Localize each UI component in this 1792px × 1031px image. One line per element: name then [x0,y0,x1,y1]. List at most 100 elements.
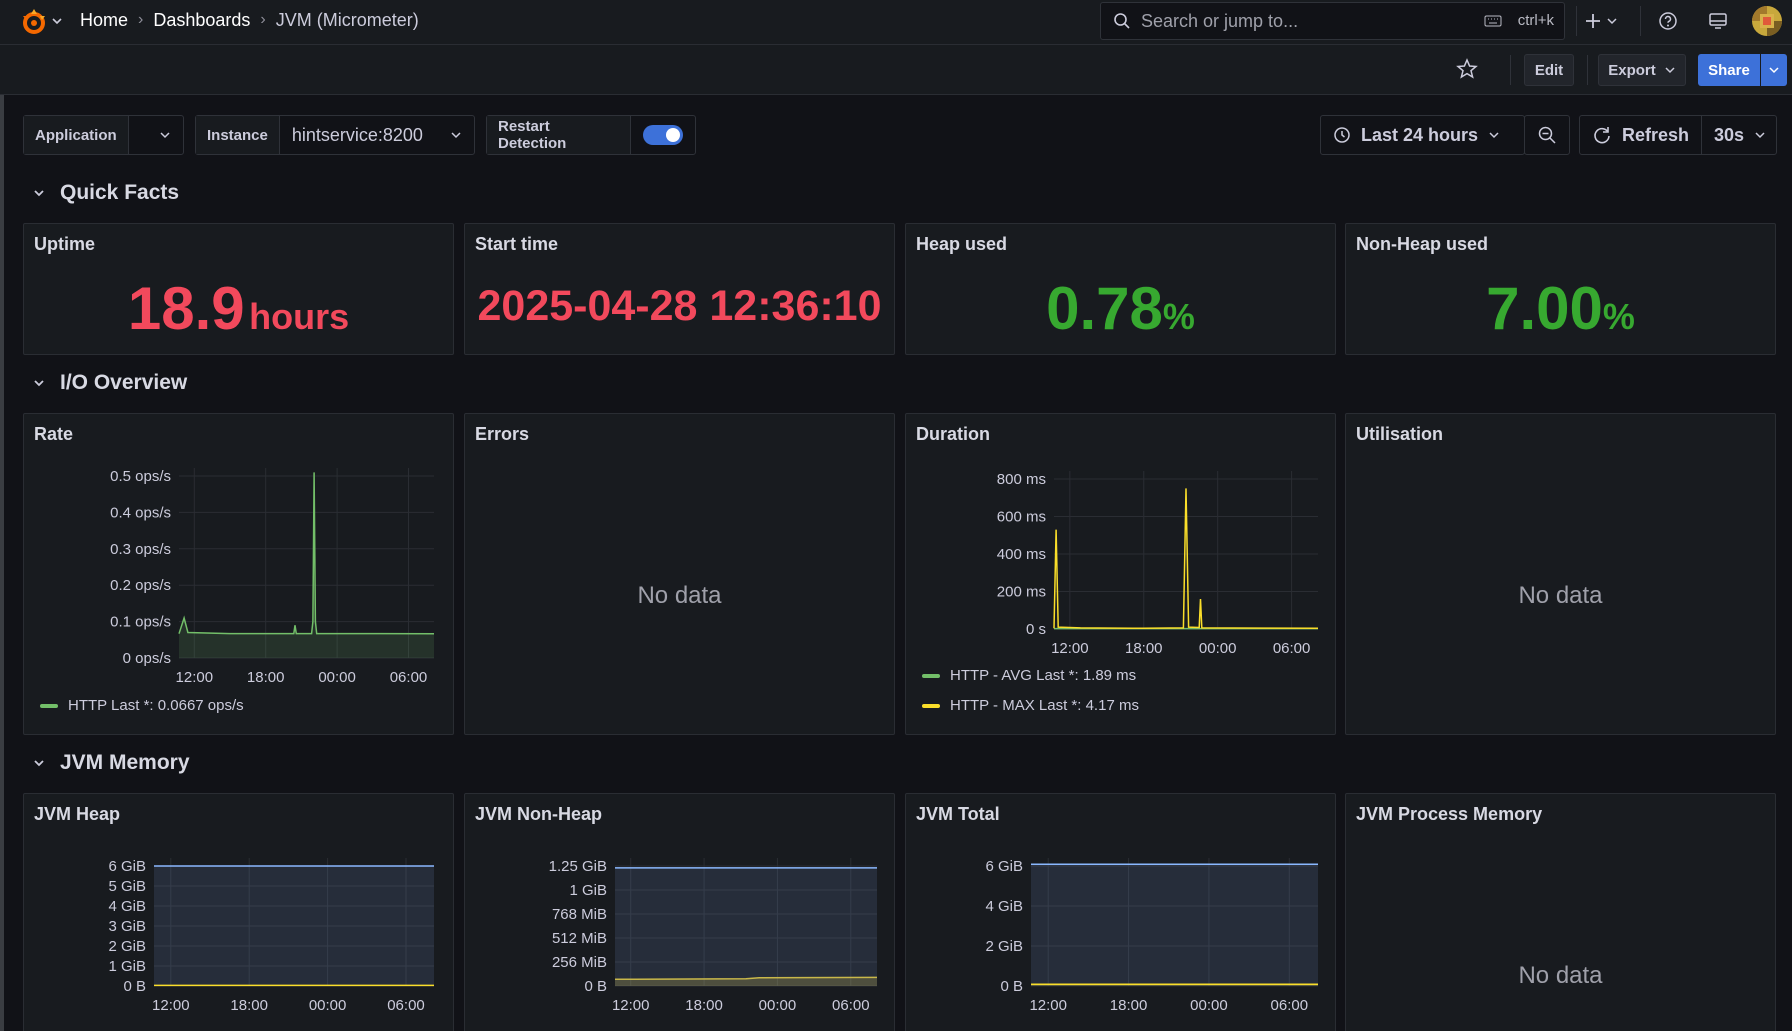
add-new-button[interactable] [1582,9,1622,33]
x-tick-label: 00:00 [759,997,797,1014]
stat-number: 0.78 [1046,275,1163,342]
legend-item-http-avg[interactable]: HTTP - AVG Last *: 1.89 ms [922,667,1136,684]
variable-application[interactable]: Application [23,115,184,155]
jvm-total-chart[interactable]: 6 GiB 4 GiB 2 GiB 0 B 12:00 18:00 00:00 06:00 [906,794,1336,1031]
share-button[interactable]: Share [1698,54,1760,86]
row-jvm-memory[interactable]: JVM Memory [32,748,190,778]
news-button[interactable] [1706,9,1730,33]
stat-unit: % [1162,296,1195,337]
search-icon [1114,13,1130,29]
chevron-down-icon [160,132,170,139]
jvm-heap-chart[interactable]: 6 GiB 5 GiB 4 GiB 3 GiB 2 GiB 1 GiB 0 B 12:00 18… [24,794,454,1031]
x-tick-label: 00:00 [1199,640,1237,657]
user-avatar[interactable] [1752,6,1782,36]
star-icon[interactable] [1456,58,1478,80]
legend-item-http[interactable]: HTTP Last *: 0.0667 ops/s [40,697,244,714]
share-menu-button[interactable] [1761,54,1787,86]
y-tick-label: 512 MiB [552,930,607,947]
y-tick-label: 0.5 ops/s [110,468,171,485]
variable-label: Application [24,116,129,154]
series-line [178,472,435,635]
variable-select-application[interactable] [129,116,183,154]
y-tick-label: 0 B [1000,978,1023,995]
x-tick-label: 00:00 [1190,997,1228,1014]
panel-utilisation[interactable]: Utilisation No data [1345,413,1776,735]
duration-chart[interactable]: 800 ms 600 ms 400 ms 200 ms 0 s 12:00 18:00 00:… [906,414,1336,674]
y-tick-label: 400 ms [997,546,1046,563]
panel-start-time[interactable]: Start time 2025-04-28 12:36:10 [464,223,895,355]
divider [1587,55,1588,85]
y-tick-label: 4 GiB [985,898,1023,915]
x-tick-label: 06:00 [1273,640,1311,657]
breadcrumb: Home › Dashboards › JVM (Micrometer) [80,0,419,40]
chevron-down-icon [451,132,461,139]
x-tick-label: 12:00 [1051,640,1089,657]
y-tick-label: 4 GiB [108,898,146,915]
window-edge [0,45,4,1031]
panel-duration[interactable]: Duration 800 ms 600 ms 400 ms 200 ms 0 s 12:0… [905,413,1336,735]
panel-errors[interactable]: Errors No data [464,413,895,735]
panel-jvm-process-memory[interactable]: JVM Process Memory No data [1345,793,1776,1031]
refresh-button[interactable]: Refresh [1580,116,1701,154]
breadcrumb-home[interactable]: Home [80,10,128,31]
chevron-down-icon[interactable] [50,14,64,28]
x-tick-label: 06:00 [832,997,870,1014]
x-tick-label: 00:00 [318,669,356,686]
row-io-overview[interactable]: I/O Overview [32,368,187,398]
refresh-label: Refresh [1622,124,1690,145]
breadcrumb-current: JVM (Micrometer) [275,9,419,30]
grafana-logo-icon[interactable] [18,6,50,38]
panel-heap-used[interactable]: Heap used 0.78% [905,223,1336,355]
restart-detection-toggle-wrap [631,116,695,154]
legend-item-http-max[interactable]: HTTP - MAX Last *: 4.17 ms [922,697,1139,714]
time-range-picker[interactable]: Last 24 hours [1320,115,1525,155]
time-range-button[interactable]: Last 24 hours [1321,116,1524,154]
stat-value: 18.9 hours [24,274,453,343]
chevron-down-icon [1769,67,1779,74]
row-quick-facts[interactable]: Quick Facts [32,178,179,208]
search-input[interactable]: Search or jump to... ctrl+k [1100,2,1565,40]
export-button[interactable]: Export [1598,54,1686,86]
breadcrumb-dashboards[interactable]: Dashboards [153,10,250,31]
panel-uptime[interactable]: Uptime 18.9 hours [23,223,454,355]
help-icon [1659,12,1677,30]
rate-chart[interactable]: 0.5 ops/s 0.4 ops/s 0.3 ops/s 0.2 ops/s 0.1 … [24,414,454,704]
panel-title: Start time [475,234,559,254]
x-tick-label: 18:00 [247,669,285,686]
refresh-picker[interactable]: Refresh 30s [1579,115,1777,155]
stat-value: 7.00% [1346,274,1775,343]
plus-icon [1586,14,1617,28]
panel-rate[interactable]: Rate 0.5 ops/s 0.4 ops/s 0.3 ops/s 0.2 ops/… [23,413,454,735]
breadcrumb-separator-icon: › [260,11,266,28]
x-tick-label: 06:00 [390,669,428,686]
help-button[interactable] [1656,9,1680,33]
y-tick-label: 0 B [123,978,146,995]
zoom-out-icon [1538,126,1556,144]
panel-non-heap-used[interactable]: Non-Heap used 7.00% [1345,223,1776,355]
x-tick-label: 00:00 [309,997,347,1014]
x-tick-label: 12:00 [152,997,190,1014]
panel-jvm-total[interactable]: JVM Total 6 GiB 4 GiB 2 GiB 0 B 12:00 18:00 00… [905,793,1336,1031]
panel-title: Non-Heap used [1356,234,1489,254]
edit-button[interactable]: Edit [1524,54,1574,86]
panel-jvm-heap[interactable]: JVM Heap 6 GiB 5 GiB 4 GiB 3 GiB 2 GiB 1 GiB 0… [23,793,454,1031]
zoom-out-button[interactable] [1524,115,1570,155]
zoom-out-seg [1525,116,1569,154]
divider [1640,6,1641,36]
variable-select-instance[interactable]: hintservice:8200 [280,116,474,154]
variable-value: hintservice:8200 [291,124,423,145]
refresh-interval-select[interactable]: 30s [1701,116,1778,154]
legend-swatch [922,673,940,678]
restart-detection-toggle[interactable] [643,125,683,145]
shortcut-text: ctrl+k [1517,12,1554,29]
stat-number: 7.00 [1486,275,1603,342]
panel-jvm-non-heap[interactable]: JVM Non-Heap 1.25 GiB 1 GiB 768 MiB 512 MiB… [464,793,895,1031]
top-navbar: Home › Dashboards › JVM (Micrometer) Sea… [0,0,1792,45]
jvm-non-heap-chart[interactable]: 1.25 GiB 1 GiB 768 MiB 512 MiB 256 MiB 0 B 12:… [465,794,895,1031]
x-tick-label: 18:00 [230,997,268,1014]
dashboard-toolbar: Edit Export Share [0,45,1792,95]
row-title-text: Quick Facts [60,181,180,204]
x-tick-label: 12:00 [612,997,650,1014]
y-tick-label: 5 GiB [108,878,146,895]
variable-instance[interactable]: Instance hintservice:8200 [195,115,475,155]
